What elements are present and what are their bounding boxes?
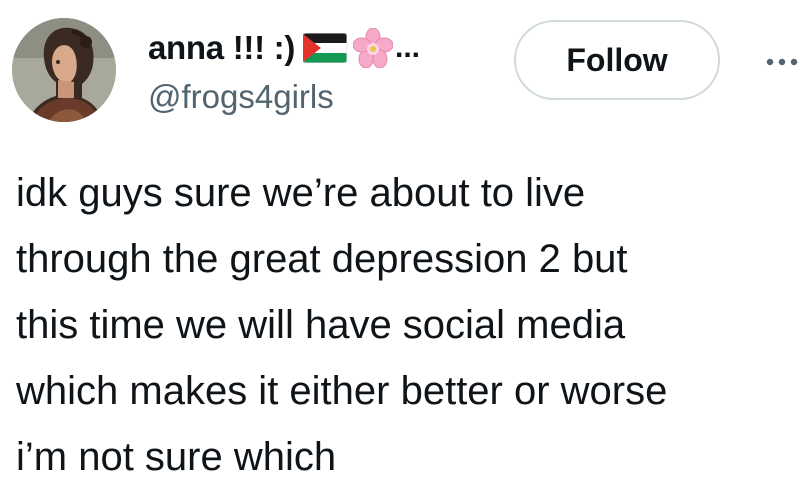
tweet-text-line: idk guys sure we’re about to live: [16, 171, 586, 215]
avatar[interactable]: [12, 18, 116, 122]
tweet-text-line: through the great depression 2 but: [16, 237, 628, 281]
user-name-row[interactable]: anna !!! :) ...: [148, 26, 420, 70]
tweet-text-line: i’m not sure which: [16, 435, 337, 479]
tweet-text: idk guys sure we’re about to live throug…: [16, 160, 796, 490]
display-name[interactable]: anna !!! :): [148, 29, 295, 67]
avatar-portrait-icon: [12, 18, 116, 122]
user-handle[interactable]: @frogs4girls: [148, 78, 334, 116]
more-options-icon[interactable]: [764, 44, 800, 80]
tweet-text-line: this time we will have social media: [16, 303, 626, 347]
tweet-text-line: which makes it either better or worse: [16, 369, 668, 413]
cherry-blossom-icon: [352, 27, 394, 69]
name-truncation: ...: [395, 31, 421, 64]
tweet-card: anna !!! :) ... @frogs4girls Follow idk …: [0, 0, 800, 494]
palestine-flag-icon: [302, 32, 348, 64]
follow-button[interactable]: Follow: [514, 20, 720, 100]
